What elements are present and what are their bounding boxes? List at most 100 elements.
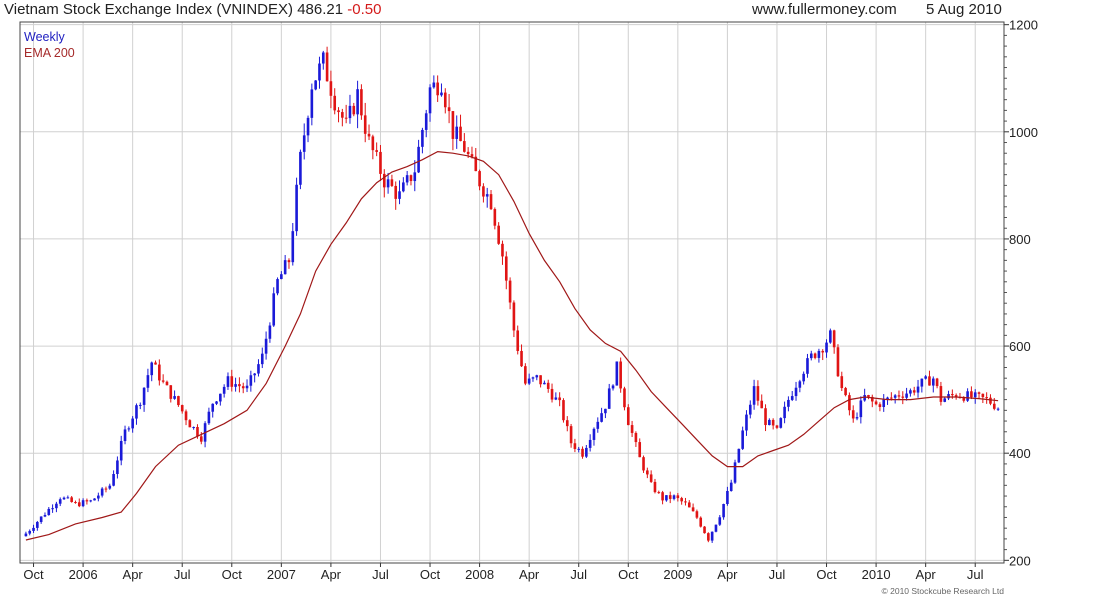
- candle-body: [829, 330, 832, 343]
- candle-body: [219, 393, 222, 402]
- x-tick-label: Jul: [967, 567, 984, 582]
- candle-body: [527, 378, 531, 384]
- candle-body: [268, 325, 272, 339]
- x-tick-label: Apr: [519, 567, 540, 582]
- candle-body: [386, 179, 390, 188]
- candle-body: [443, 92, 447, 108]
- candle-body: [131, 418, 134, 429]
- candle-body: [909, 390, 912, 394]
- candle-body: [188, 420, 192, 428]
- candle-body: [226, 376, 230, 387]
- candle-body: [440, 92, 443, 96]
- candle-body: [939, 386, 943, 402]
- candle-body: [928, 376, 931, 386]
- candle-body: [43, 515, 47, 517]
- candle-body: [238, 384, 241, 387]
- candle-body: [771, 419, 775, 426]
- candle-body: [768, 419, 771, 426]
- candle-body: [459, 126, 462, 142]
- candle-body: [554, 397, 558, 400]
- x-tick-label: 2007: [267, 567, 296, 582]
- copyright-notice: © 2010 Stockcube Research Ltd: [881, 586, 1004, 596]
- candle-body: [501, 243, 504, 257]
- x-tick-label: Apr: [717, 567, 738, 582]
- candle-body: [897, 395, 901, 397]
- candle-body: [97, 495, 100, 499]
- candle-body: [379, 151, 382, 174]
- candle-body: [565, 420, 569, 427]
- candle-body: [55, 503, 58, 509]
- x-tick-label: 2009: [663, 567, 692, 582]
- candle-body: [867, 395, 870, 397]
- candle-body: [798, 381, 802, 388]
- candle-body: [752, 386, 756, 405]
- y-tick-label: 1200: [1009, 18, 1038, 33]
- candle-body: [619, 361, 622, 389]
- candle-body: [832, 330, 836, 348]
- candle-body: [196, 427, 199, 437]
- candle-body: [447, 107, 451, 112]
- candle-body: [874, 401, 878, 405]
- candle-body: [497, 225, 500, 244]
- candle-body: [989, 397, 992, 404]
- candle-body: [375, 150, 378, 152]
- candle-body: [184, 411, 188, 421]
- candle-body: [325, 52, 329, 82]
- candle-body: [367, 133, 371, 137]
- candle-body: [356, 89, 359, 115]
- candle-body: [146, 375, 150, 388]
- candle-body: [844, 388, 847, 396]
- candle-body: [779, 418, 783, 428]
- candle-body: [436, 82, 439, 96]
- candle-body: [821, 350, 825, 353]
- candle-body: [249, 375, 253, 386]
- legend-weekly: Weekly: [24, 30, 65, 44]
- candle-body: [794, 387, 798, 397]
- candle-body: [318, 63, 321, 81]
- candle-body: [661, 492, 664, 501]
- candle-body: [314, 80, 317, 90]
- candle-body: [745, 414, 748, 431]
- candle-body: [177, 396, 180, 406]
- candle-body: [253, 373, 256, 376]
- x-tick-label: Oct: [420, 567, 441, 582]
- candle-body: [142, 387, 146, 405]
- y-tick-label: 600: [1009, 339, 1031, 354]
- candle-body: [363, 115, 367, 134]
- candle-body: [855, 417, 859, 419]
- candle-body: [790, 396, 794, 400]
- x-tick-label: Oct: [23, 567, 44, 582]
- candle-body: [424, 113, 428, 130]
- candle-body: [695, 511, 699, 518]
- candle-body: [676, 495, 680, 499]
- candle-body: [985, 397, 988, 399]
- candle-body: [764, 408, 767, 426]
- candle-body: [970, 391, 973, 398]
- candle-body: [588, 439, 592, 448]
- candle-body: [623, 388, 626, 408]
- candle-body: [409, 175, 413, 182]
- candle-body: [24, 533, 28, 537]
- candle-body: [951, 394, 954, 396]
- candle-body: [276, 279, 279, 294]
- candle-body: [840, 376, 844, 389]
- candle-body: [920, 378, 924, 387]
- candle-body: [169, 385, 173, 399]
- candle-body: [329, 81, 333, 96]
- candle-body: [508, 280, 512, 303]
- x-tick-label: 2010: [862, 567, 891, 582]
- candle-body: [649, 474, 653, 482]
- candle-body: [47, 508, 51, 516]
- candle-body: [893, 395, 897, 398]
- candle-body: [260, 353, 264, 365]
- candle-body: [634, 432, 638, 443]
- candle-body: [257, 364, 260, 374]
- candle-body: [306, 117, 310, 136]
- candle-body: [802, 373, 805, 382]
- candle-body: [966, 391, 969, 401]
- candle-body: [463, 141, 466, 152]
- candle-body: [321, 52, 325, 64]
- candle-body: [428, 87, 432, 114]
- candle-body: [104, 488, 108, 490]
- candle-body: [413, 172, 417, 182]
